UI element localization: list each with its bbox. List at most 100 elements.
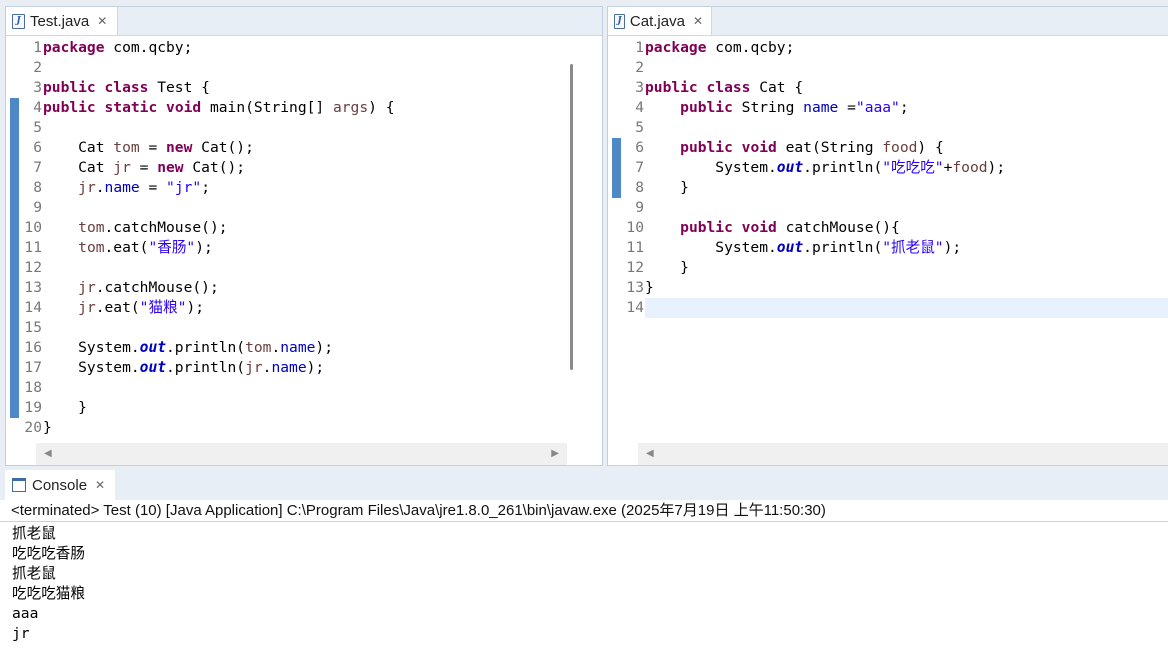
code-token: } — [43, 399, 87, 416]
code-line[interactable]: package com.qcby; — [43, 38, 192, 58]
code-line[interactable]: System.out.println("吃吃吃"+food); — [645, 158, 1005, 178]
code-token: name — [271, 359, 307, 376]
code-token: . — [95, 179, 105, 196]
code-token: tom — [78, 219, 105, 236]
code-token: ); — [987, 159, 1006, 176]
code-line[interactable]: System.out.println(tom.name); — [43, 338, 333, 358]
horizontal-scrollbar[interactable]: ◀ — [638, 443, 1168, 465]
scrollbar-thumb[interactable] — [570, 64, 573, 370]
line-number: 5 — [33, 119, 42, 136]
tab-cat-java[interactable]: J Cat.java ✕ — [608, 7, 712, 35]
close-icon[interactable]: ✕ — [693, 14, 703, 28]
code-token: jr — [78, 279, 96, 296]
line-number: 7 — [635, 159, 644, 176]
code-token: package — [43, 39, 105, 56]
line-number: 16 — [24, 339, 42, 356]
editor-tabbar: J Test.java ✕ — [6, 7, 602, 36]
code-line[interactable]: public class Test { — [43, 78, 210, 98]
code-token: .eat( — [95, 299, 140, 316]
code-line[interactable]: } — [43, 418, 52, 438]
code-token: name — [104, 179, 140, 196]
line-number: 12 — [626, 259, 644, 276]
console-line: 吃吃吃香肠 — [12, 545, 85, 562]
code-area[interactable]: 1 package com.qcby; 2 3 public class Cat {4 … — [608, 38, 1168, 443]
code-token: out — [776, 239, 804, 256]
line-number: 8 — [635, 179, 644, 196]
code-line[interactable]: Cat jr = new Cat(); — [43, 158, 245, 178]
console-tabbar: Console ✕ — [0, 470, 1168, 500]
code-line[interactable]: } — [645, 178, 689, 198]
code-line[interactable]: } — [43, 398, 87, 418]
current-line-highlight — [645, 298, 1168, 318]
code-token: args — [332, 99, 369, 116]
code-token: Cat(); — [192, 139, 254, 156]
console-output[interactable]: 抓老鼠 吃吃吃香肠 抓老鼠 吃吃吃猫粮 aaa jr — [12, 524, 85, 644]
scroll-left-icon[interactable]: ◀ — [44, 448, 52, 459]
code-token: jr — [78, 299, 96, 316]
code-token: = — [139, 179, 167, 196]
code-line[interactable]: } — [645, 258, 689, 278]
code-line[interactable]: } — [645, 278, 654, 298]
code-line[interactable]: System.out.println(jr.name); — [43, 358, 324, 378]
code-token: String — [732, 99, 804, 116]
code-line[interactable]: public static void main(String[] args) { — [43, 98, 395, 118]
code-token: void — [166, 99, 202, 116]
line-number: 14 — [626, 299, 644, 316]
code-token: public — [680, 99, 733, 116]
code-token: jr — [245, 359, 263, 376]
code-line[interactable]: jr.eat("猫粮"); — [43, 298, 204, 318]
line-number: 6 — [33, 139, 42, 156]
code-line[interactable]: tom.eat("香肠"); — [43, 238, 213, 258]
editor-test-java[interactable]: J Test.java ✕ 1 package com.qcby; 2 3 public… — [5, 6, 603, 466]
code-token: System. — [43, 339, 140, 356]
code-area[interactable]: 1 package com.qcby; 2 3 public class Test {4… — [6, 38, 602, 443]
line-number: 3 — [635, 79, 644, 96]
code-token: ) { — [917, 139, 944, 156]
scroll-left-icon[interactable]: ◀ — [646, 448, 654, 459]
java-file-icon: J — [12, 13, 25, 29]
code-token: ); — [315, 339, 333, 356]
code-line[interactable]: jr.catchMouse(); — [43, 278, 219, 298]
code-token: tom — [245, 339, 272, 356]
console-line: aaa — [12, 605, 39, 622]
console-status: <terminated> Test (10) [Java Application… — [0, 500, 1168, 522]
code-token: System. — [645, 239, 777, 256]
line-number: 10 — [24, 219, 42, 236]
code-line[interactable]: package com.qcby; — [645, 38, 794, 58]
code-line[interactable]: public void eat(String food) { — [645, 138, 944, 158]
close-icon[interactable]: ✕ — [95, 478, 105, 492]
close-icon[interactable]: ✕ — [97, 14, 107, 28]
code-line[interactable]: public class Cat { — [645, 78, 803, 98]
line-number: 10 — [626, 219, 644, 236]
code-token: "香肠" — [148, 239, 196, 256]
code-token: public — [43, 99, 96, 116]
code-token: ); — [195, 239, 213, 256]
code-line[interactable]: public void catchMouse(){ — [645, 218, 900, 238]
code-token: out — [139, 339, 167, 356]
code-line[interactable]: jr.name = "jr"; — [43, 178, 210, 198]
line-number: 1 — [635, 39, 644, 56]
vertical-scrollbar[interactable] — [564, 38, 580, 443]
scroll-right-icon[interactable]: ▶ — [551, 448, 559, 459]
tab-console[interactable]: Console ✕ — [5, 470, 115, 500]
tab-label: Cat.java — [629, 12, 685, 30]
code-line[interactable]: Cat tom = new Cat(); — [43, 138, 254, 158]
tab-label: Test.java — [30, 12, 90, 30]
code-line[interactable]: System.out.println("抓老鼠"); — [645, 238, 961, 258]
tab-test-java[interactable]: J Test.java ✕ — [6, 7, 118, 35]
code-token: void — [741, 219, 777, 236]
code-line[interactable]: tom.catchMouse(); — [43, 218, 227, 238]
code-token: catchMouse(){ — [776, 219, 900, 236]
code-token: out — [776, 159, 804, 176]
code-token: ; — [899, 99, 909, 116]
horizontal-scrollbar[interactable]: ◀ ▶ — [36, 443, 567, 465]
editor-cat-java[interactable]: J Cat.java ✕ 1 package com.qcby; 2 3 public … — [607, 6, 1168, 466]
code-token: jr — [78, 179, 96, 196]
code-token: } — [645, 279, 654, 296]
code-line[interactable]: public String name ="aaa"; — [645, 98, 909, 118]
code-token: .catchMouse(); — [95, 279, 219, 296]
